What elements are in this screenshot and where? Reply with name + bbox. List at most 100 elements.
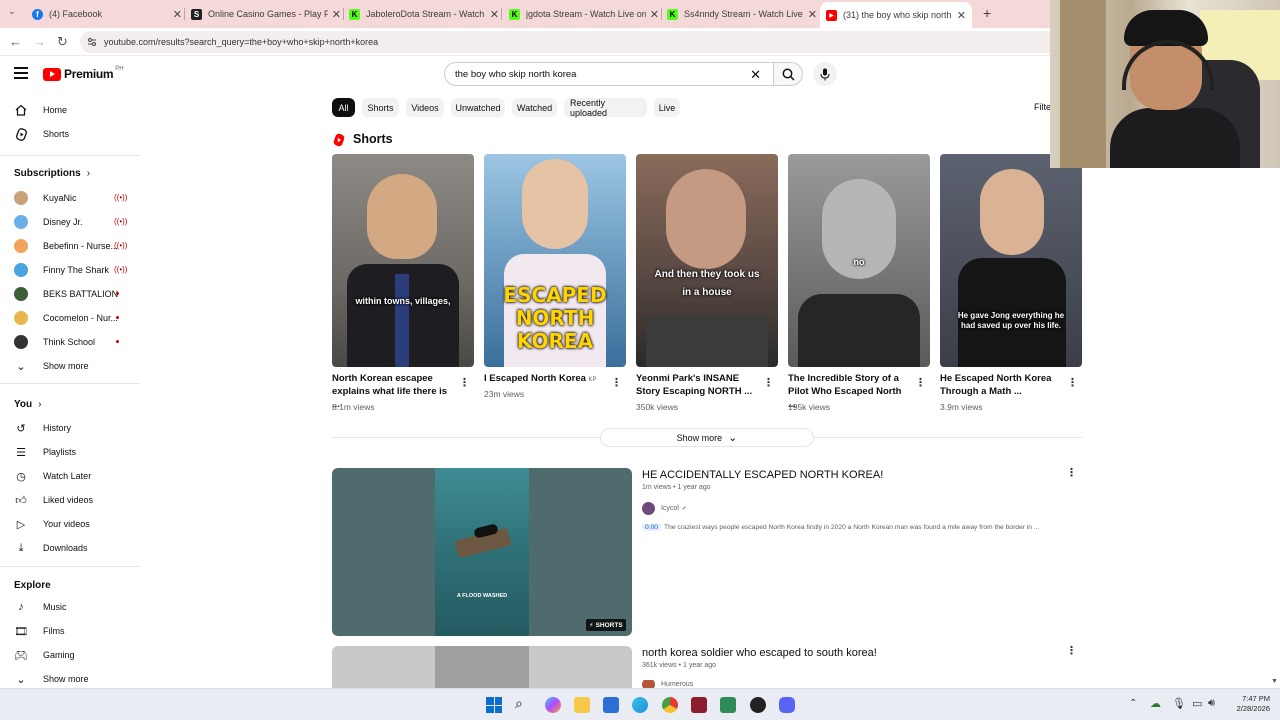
short-thumbnail[interactable]: ESCAPED NORTH KOREA (484, 154, 626, 367)
chip-unwatched[interactable]: Unwatched (451, 98, 505, 117)
watch-later-icon: ◷ (16, 470, 26, 483)
channel-row[interactable]: Humerous (642, 680, 693, 688)
file-explorer-icon[interactable] (574, 697, 590, 713)
browser-tab-jgdota[interactable]: K jgdota Stream - Watch Live on Kick ✕ (509, 4, 659, 24)
sidebar-item-films[interactable]: 🎞︎ Films (14, 623, 64, 639)
chip-watched[interactable]: Watched (512, 98, 557, 117)
browser-tab-facebook[interactable]: f (4) Facebook ✕ (32, 4, 182, 24)
more-options-icon[interactable]: ⋮ (1066, 644, 1077, 657)
discord-icon[interactable] (779, 697, 795, 713)
chip-live[interactable]: Live (654, 98, 680, 117)
short-thumbnail[interactable]: He gave Jong everything he had saved up … (940, 154, 1082, 367)
scroll-down-arrow-icon[interactable]: ▼ (1271, 678, 1278, 685)
close-tab-icon[interactable]: ✕ (957, 9, 966, 22)
short-title[interactable]: I Escaped North Korea KP (484, 372, 604, 387)
obs-icon[interactable] (750, 697, 766, 713)
tray-chevron-icon[interactable]: ⌃ (1129, 698, 1137, 709)
short-thumbnail[interactable]: no (788, 154, 930, 367)
volume-icon[interactable]: 🔊︎ (1208, 697, 1215, 710)
windows-start-icon[interactable] (486, 697, 502, 713)
sidebar-item-liked-videos[interactable]: 👍︎ Liked videos (14, 492, 93, 508)
menu-hamburger-icon[interactable] (14, 67, 28, 79)
sidebar-label: Bebefinn - Nurse... (43, 241, 119, 251)
close-tab-icon[interactable]: ✕ (490, 8, 499, 21)
more-options-icon[interactable]: ⋮ (763, 376, 774, 389)
sidebar-subscriptions-heading[interactable]: Subscriptions › (14, 168, 90, 179)
sidebar-item-your-videos[interactable]: ▷ Your videos (14, 516, 90, 532)
search-button[interactable] (773, 62, 803, 86)
monitor-icon[interactable]: ▭ (1192, 697, 1202, 710)
cloud-icon[interactable]: ☁ (1150, 697, 1161, 710)
close-tab-icon[interactable]: ✕ (650, 8, 659, 21)
taskbar-search-icon[interactable]: ⌕ (515, 695, 523, 712)
edge-icon[interactable] (632, 697, 648, 713)
video-title[interactable]: HE ACCIDENTALLY ESCAPED NORTH KOREA! (642, 469, 883, 481)
sidebar-item-downloads[interactable]: ⤓ Downloads (14, 540, 88, 556)
sidebar-item-think-school[interactable]: Think School (14, 334, 95, 350)
copilot-icon[interactable] (545, 697, 561, 713)
close-tab-icon[interactable]: ✕ (173, 8, 182, 21)
more-options-icon[interactable]: ⋮ (459, 376, 470, 389)
sidebar-item-shorts[interactable]: Shorts (14, 126, 69, 142)
browser-tab-jabolerodota[interactable]: K JaboleroDota Stream - Watch Live ✕ (349, 4, 499, 24)
video-thumbnail[interactable] (332, 646, 632, 688)
short-title[interactable]: Yeonmi Park's INSANE Story Escaping NORTH… (636, 372, 756, 398)
sidebar-item-watch-later[interactable]: ◷ Watch Later (14, 468, 91, 484)
browser-tab-ss4nndy[interactable]: K Ss4nndy Stream - Watch Live on Kick ✕ (667, 4, 817, 24)
video-title[interactable]: north korea soldier who escaped to south… (642, 647, 877, 659)
sidebar-you-heading[interactable]: You › (14, 399, 42, 410)
close-tab-icon[interactable]: ✕ (808, 8, 817, 21)
site-info-icon[interactable] (87, 37, 97, 47)
chip-recently-uploaded[interactable]: Recently uploaded (564, 98, 647, 118)
more-options-icon[interactable]: ⋮ (1067, 376, 1078, 389)
sidebar-item-music[interactable]: ♪ Music (14, 599, 66, 615)
facebook-favicon-icon: f (32, 8, 43, 20)
channel-row[interactable]: Icycol ✔ (642, 502, 687, 515)
sidebar-item-home[interactable]: Home (14, 102, 67, 118)
chip-videos[interactable]: Videos (406, 98, 444, 117)
close-tab-icon[interactable]: ✕ (332, 8, 341, 21)
chrome-icon[interactable] (662, 697, 678, 713)
sidebar-item-disney-jr[interactable]: Disney Jr. (14, 214, 83, 230)
sidebar-item-playlists[interactable]: ☰ Playlists (14, 444, 76, 460)
system-clock[interactable]: 7:47 PM 2/28/2026 (1228, 694, 1270, 714)
more-options-icon[interactable]: ⋮ (611, 376, 622, 389)
chip-shorts[interactable]: Shorts (362, 98, 399, 117)
sidebar-item-beks[interactable]: BEKS BATTALION (14, 286, 118, 302)
chip-all[interactable]: All (332, 98, 355, 117)
back-arrow-icon[interactable]: ← (9, 34, 22, 49)
sidebar-show-more-explore[interactable]: ⌄ Show more (14, 671, 88, 687)
short-thumbnail[interactable]: within towns, villages, (332, 154, 474, 367)
new-tab-button[interactable]: + (983, 5, 991, 21)
forward-arrow-icon[interactable]: → (33, 34, 46, 49)
short-thumbnail[interactable]: And then they took us in a house (636, 154, 778, 367)
app-icon[interactable] (691, 697, 707, 713)
sidebar-item-gaming[interactable]: 🎮︎ Gaming (14, 647, 75, 663)
sidebar-item-finny[interactable]: Finny The Shark (14, 262, 109, 278)
reload-icon[interactable]: ↻ (57, 34, 68, 50)
sidebar-label: Your videos (43, 519, 90, 529)
store-icon[interactable] (603, 697, 619, 713)
address-bar[interactable]: youtube.com/results?search_query=the+boy… (80, 31, 1050, 53)
sidebar-item-bebefinn[interactable]: Bebefinn - Nurse... (14, 238, 118, 254)
sidebar-item-history[interactable]: ↺ History (14, 420, 71, 436)
more-options-icon[interactable]: ⋮ (915, 376, 926, 389)
search-input[interactable]: the boy who skip north korea ✕ (444, 62, 774, 86)
browser-tab-casino[interactable]: S Online Casino Games - Play Free ✕ (191, 4, 341, 24)
sidebar-item-cocomelon[interactable]: Cocomelon - Nur... (14, 310, 118, 326)
clear-search-icon[interactable]: ✕ (750, 67, 761, 83)
video-thumbnail[interactable]: A FLOOD WASHED ⚡ SHORTS (332, 468, 632, 636)
kick-favicon-icon: K (509, 8, 520, 20)
mic-tray-icon[interactable]: 🎙︎ (1172, 697, 1186, 710)
spreadsheet-icon[interactable] (720, 697, 736, 713)
browser-tab-youtube-active[interactable]: ▶ (31) the boy who skip north korea ✕ (820, 2, 972, 28)
shorts-show-more-button[interactable]: Show more ⌄ (600, 428, 814, 447)
filters-button[interactable]: Filte (1034, 102, 1051, 112)
more-options-icon[interactable]: ⋮ (1066, 466, 1077, 479)
voice-search-button[interactable] (813, 62, 837, 86)
short-title[interactable]: He Escaped North Korea Through a Math ... (940, 372, 1060, 398)
sidebar-item-kuyanic[interactable]: KuyaNic (14, 190, 77, 206)
tab-search-chevron-icon[interactable]: ⌄ (8, 6, 16, 17)
youtube-premium-logo[interactable]: Premium PH (43, 66, 124, 81)
sidebar-show-more[interactable]: ⌄ Show more (14, 358, 88, 374)
